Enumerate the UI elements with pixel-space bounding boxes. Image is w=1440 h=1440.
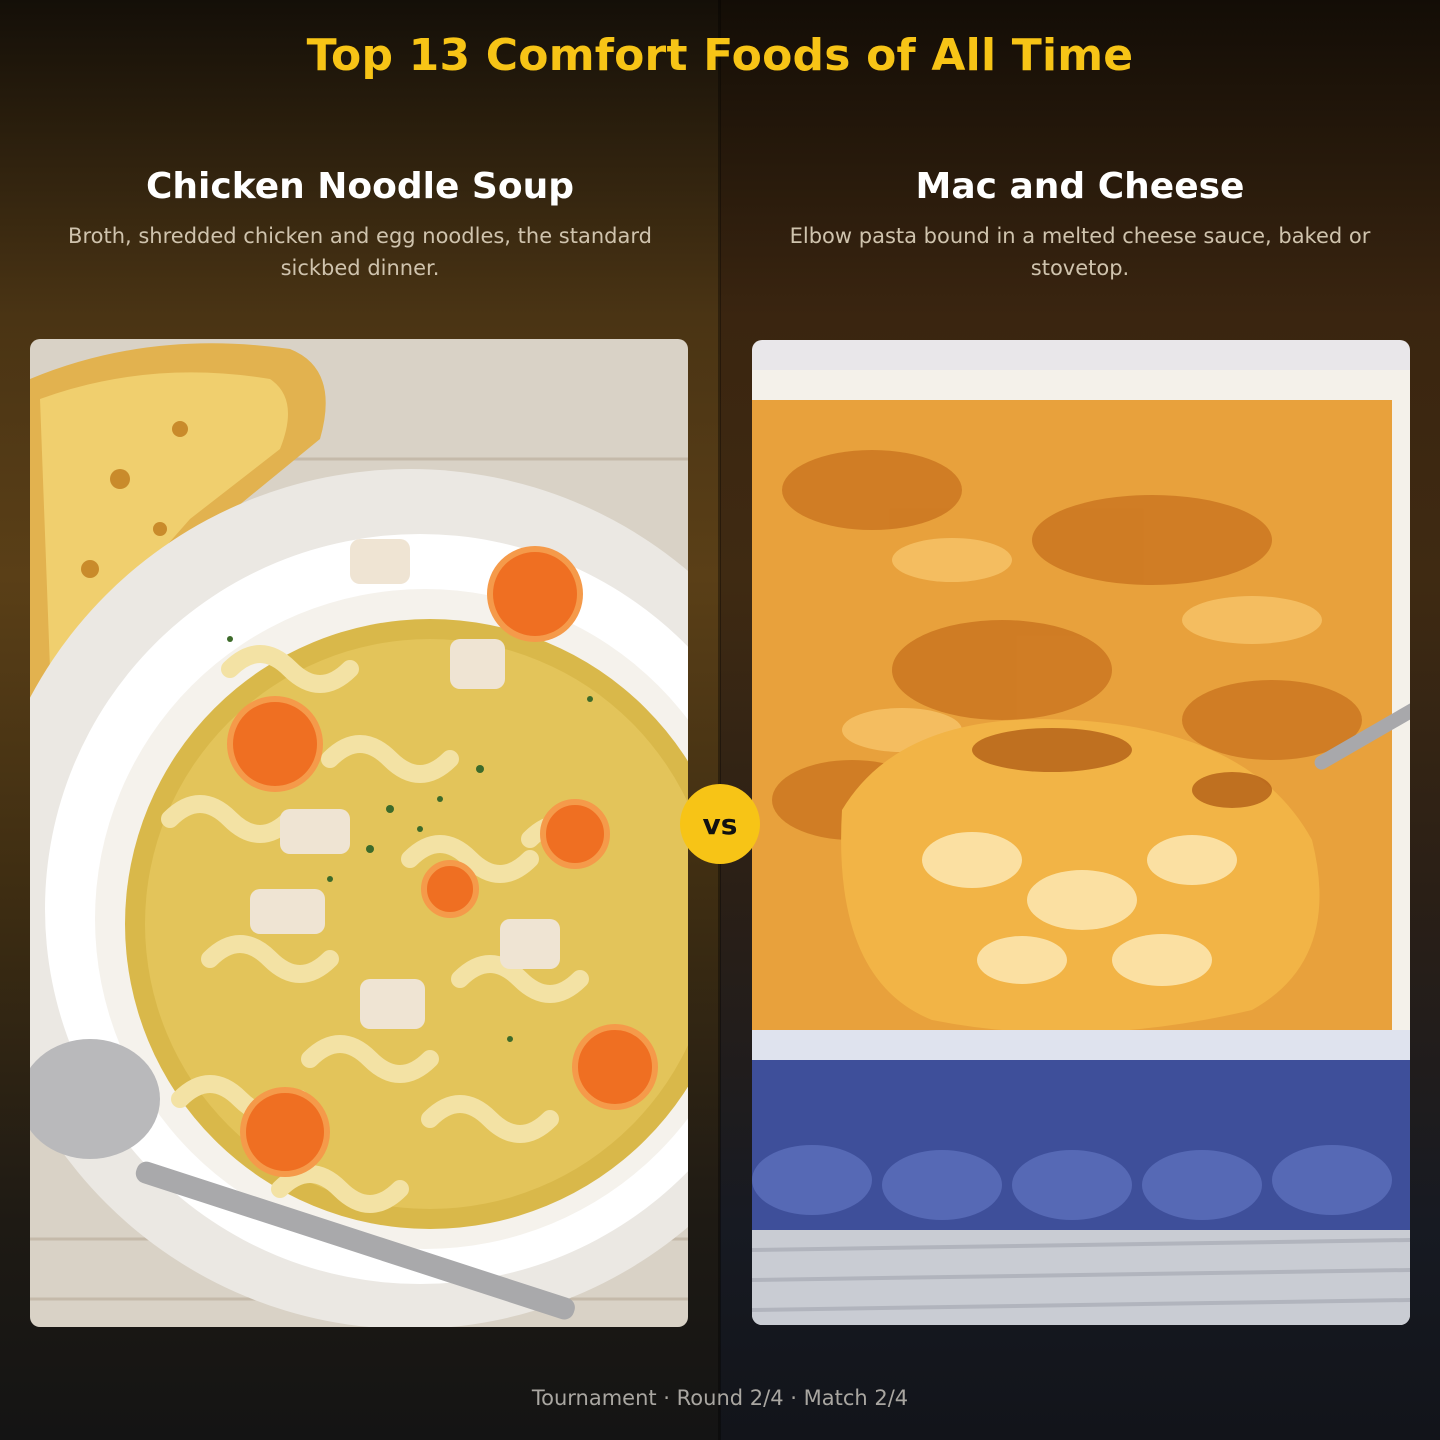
- tournament-status: Tournament · Round 2/4 · Match 2/4: [531, 1386, 909, 1410]
- mac-and-cheese-image[interactable]: [752, 340, 1410, 1325]
- left-option-title: Chicken Noodle Soup: [146, 166, 574, 207]
- vs-badge: vs: [680, 784, 760, 864]
- right-option-title: Mac and Cheese: [915, 166, 1245, 207]
- center-divider: [718, 0, 721, 1440]
- page-title: Top 13 Comfort Foods of All Time: [306, 30, 1134, 81]
- right-option-description: Elbow pasta bound in a melted cheese sau…: [789, 224, 1371, 280]
- left-option-description: Broth, shredded chicken and egg noodles,…: [68, 224, 652, 280]
- chicken-noodle-soup-image[interactable]: [30, 339, 688, 1327]
